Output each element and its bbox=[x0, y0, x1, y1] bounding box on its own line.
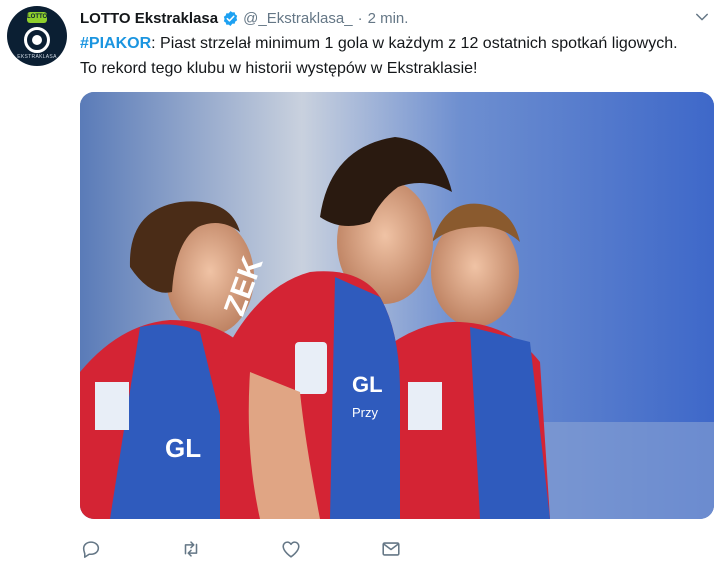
retweet-button[interactable] bbox=[180, 536, 280, 562]
tweet[interactable]: LOTTO EKSTRAKLASA LOTTO Ekstraklasa @_Ek… bbox=[0, 0, 719, 562]
message-button[interactable] bbox=[380, 536, 480, 562]
hashtag-link[interactable]: #PIAKOR bbox=[80, 35, 151, 52]
sponsor-text-left: GL bbox=[165, 433, 201, 463]
message-icon bbox=[382, 542, 400, 556]
tweet-time[interactable]: 2 min. bbox=[368, 10, 409, 27]
tweet-body: : Piast strzelał minimum 1 gola w każdym… bbox=[80, 35, 678, 77]
like-button[interactable] bbox=[280, 536, 380, 562]
tweet-header: LOTTO Ekstraklasa @_Ekstraklasa_ · 2 min… bbox=[80, 7, 408, 29]
tweet-text: #PIAKOR: Piast strzelał minimum 1 gola w… bbox=[80, 31, 690, 81]
chevron-down-icon[interactable] bbox=[693, 8, 711, 26]
football-photo: GL ZEK GL Przy bbox=[80, 92, 714, 519]
avatar-badge: LOTTO bbox=[27, 12, 47, 23]
tweet-actions bbox=[80, 536, 480, 562]
retweet-icon bbox=[184, 541, 198, 557]
sponsor-text-center: GL bbox=[352, 372, 383, 397]
sponsor-sub-text: Przy bbox=[352, 405, 379, 420]
ekstraklasa-logo-icon bbox=[24, 27, 50, 53]
avatar[interactable]: LOTTO EKSTRAKLASA bbox=[7, 6, 67, 66]
avatar-text: EKSTRAKLASA bbox=[17, 54, 57, 60]
verified-icon bbox=[223, 10, 238, 26]
tweet-photo[interactable]: GL ZEK GL Przy bbox=[80, 92, 714, 519]
like-icon bbox=[282, 541, 300, 558]
separator-dot: · bbox=[357, 9, 363, 27]
author-handle[interactable]: @_Ekstraklasa_ bbox=[243, 10, 352, 27]
reply-button[interactable] bbox=[80, 536, 180, 562]
reply-icon bbox=[82, 541, 100, 558]
author-name[interactable]: LOTTO Ekstraklasa bbox=[80, 10, 218, 27]
